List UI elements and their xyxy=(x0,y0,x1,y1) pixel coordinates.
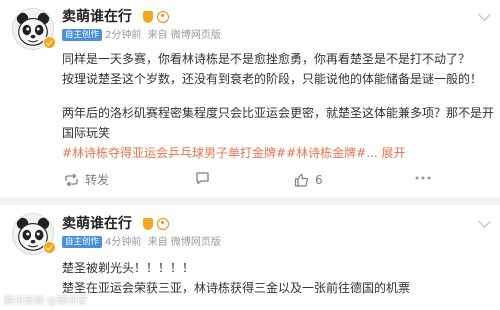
hashtag-link[interactable]: #林诗栋夺得亚运会乒乓球男子单打金牌##林诗栋金牌# xyxy=(62,146,366,160)
like-count: 6 xyxy=(315,173,323,187)
verified-badge-icon xyxy=(43,241,56,254)
post-meta: 自主创作 4分钟前 来自 微博网页版 xyxy=(62,236,221,250)
body-line: 按理说楚圣这个岁数，还没有到衰老的阶段，只能说他的体能储备是谜一般的！ xyxy=(62,72,483,86)
hashtag-line: #林诗栋夺得亚运会乒乓球男子单打金牌##林诗栋金牌#... 展开 xyxy=(62,143,492,163)
more-dots-icon xyxy=(415,176,431,180)
thumbs-up-icon xyxy=(294,173,308,187)
chevron-down-icon[interactable] xyxy=(476,217,492,229)
fan-badge-icon xyxy=(157,218,169,230)
post-body: 楚圣被剃光头！！！！！ 楚圣在亚运会荣获三亚，林诗栋获得三金以及一张前往德国的机… xyxy=(62,258,492,298)
ellipsis-expand[interactable]: ... 展开 xyxy=(366,146,405,160)
more-options-button[interactable] xyxy=(414,171,432,185)
repost-icon xyxy=(65,173,78,187)
author-name[interactable]: 卖萌谁在行 xyxy=(62,215,132,233)
body-line: 楚圣在亚运会荣获三亚，林诗栋获得三金以及一张前往德国的机票 xyxy=(62,281,411,295)
post-time[interactable]: 4分钟前 xyxy=(105,237,141,248)
post-source: 来自 微博网页版 xyxy=(147,30,221,41)
post-1: 卖萌谁在行 自主创作 2分钟前 来自 微博网页版 同样是一天多赛，你看林诗栋是不是… xyxy=(0,0,500,195)
action-bar: 转发 6 xyxy=(62,171,492,189)
post-divider xyxy=(0,197,500,205)
like-button[interactable]: 6 xyxy=(294,171,323,189)
body-line: 国际玩笑 xyxy=(62,126,111,140)
fan-badge-icon xyxy=(157,11,169,23)
original-tag: 自主创作 xyxy=(62,29,103,41)
body-line xyxy=(62,89,492,103)
level-badge-icon xyxy=(143,11,153,23)
repost-label: 转发 xyxy=(85,173,110,187)
body-line: 两年后的洛杉矶赛程密集程度只会比亚运会更密，就楚圣这体能兼多项？那不是开 xyxy=(62,106,495,120)
post-meta: 自主创作 2分钟前 来自 微博网页版 xyxy=(62,29,221,43)
repost-button[interactable]: 转发 xyxy=(64,171,109,189)
post-source: 来自 微博网页版 xyxy=(147,237,221,248)
body-line: 同样是一天多赛，你看林诗栋是不是愈挫愈勇，你再看楚圣是不是打不动了？ xyxy=(62,52,471,66)
verified-badge-icon xyxy=(43,36,56,49)
expand-link[interactable]: ... 展开 xyxy=(366,146,405,160)
post-time[interactable]: 2分钟前 xyxy=(105,30,141,41)
level-badge-icon xyxy=(143,218,153,230)
post-body: 同样是一天多赛，你看林诗栋是不是愈挫愈勇，你再看楚圣是不是打不动了？ 按理说楚圣… xyxy=(62,49,495,163)
comment-icon xyxy=(196,172,209,185)
original-tag: 自主创作 xyxy=(62,236,103,248)
watermark: 腾讯新闻 @萌评家 xyxy=(4,296,88,307)
comment-button[interactable] xyxy=(195,171,216,185)
author-name[interactable]: 卖萌谁在行 xyxy=(62,8,132,26)
body-line: 楚圣被剃光头！！！！！ xyxy=(62,261,195,275)
chevron-down-icon[interactable] xyxy=(476,10,492,22)
